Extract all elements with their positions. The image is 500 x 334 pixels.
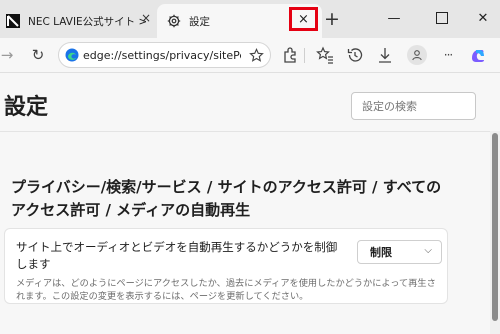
divider xyxy=(0,131,490,132)
edge-logo-icon xyxy=(65,48,79,62)
search-placeholder: 設定の検索 xyxy=(362,100,417,113)
scrollbar[interactable] xyxy=(490,131,500,334)
person-icon xyxy=(412,50,422,61)
back-button[interactable]: → xyxy=(0,44,18,66)
url-text: edge://settings/privacy/sitePermissions/… xyxy=(83,48,241,62)
maximize-button[interactable] xyxy=(427,6,457,30)
extensions-icon[interactable] xyxy=(279,44,301,66)
chevron-down-icon: ⌵ xyxy=(424,245,432,256)
maximize-icon xyxy=(436,12,448,24)
more-menu-icon[interactable]: ··· xyxy=(437,44,459,66)
close-tab-icon[interactable]: × xyxy=(141,11,151,25)
close-tab-button[interactable]: × xyxy=(289,7,318,31)
download-icon[interactable] xyxy=(374,44,396,66)
autoplay-setting-card: サイト上でオーディオとビデオを自動再生するかどうかを制御します 制限 ⌵ メディ… xyxy=(4,228,448,304)
scrollbar-thumb[interactable] xyxy=(492,133,498,321)
autoplay-description: メディアは、どのようにページにアクセスしたか、過去にメディアを使用したかどうかに… xyxy=(16,278,436,302)
tab-title: 設定 xyxy=(189,15,210,28)
window-close-button[interactable]: ✕ xyxy=(468,6,498,30)
settings-search-input[interactable]: 設定の検索 xyxy=(351,92,476,120)
autoplay-dropdown[interactable]: 制限 ⌵ xyxy=(357,240,442,264)
refresh-icon: ↻ xyxy=(31,46,45,64)
settings-page: 設定 設定の検索 プライバシー/検索/サービス / サイトのアクセス許可 / す… xyxy=(0,73,500,334)
favorite-star-icon[interactable] xyxy=(249,48,264,63)
browser-toolbar: → ↻ edge://settings/privacy/sitePermissi… xyxy=(0,38,500,73)
breadcrumb: プライバシー/検索/サービス / サイトのアクセス許可 / すべてのアクセス許可… xyxy=(11,178,442,219)
new-tab-button[interactable]: + xyxy=(324,8,340,30)
tab-title: NEC LAVIE公式サイト > サ xyxy=(28,15,146,28)
close-icon: ✕ xyxy=(477,10,489,26)
profile-avatar[interactable] xyxy=(407,45,427,65)
favorites-icon[interactable] xyxy=(314,44,336,66)
nec-favicon-icon xyxy=(6,14,20,28)
history-icon[interactable] xyxy=(344,44,366,66)
copilot-icon[interactable] xyxy=(467,44,489,66)
arrow-icon: → xyxy=(0,46,14,64)
dropdown-value: 制限 xyxy=(370,246,392,259)
tab-strip: NEC LAVIE公式サイト > サ × 設定 × + — ✕ xyxy=(0,0,500,38)
toolbar-divider xyxy=(304,48,305,63)
autoplay-label: サイト上でオーディオとビデオを自動再生するかどうかを制御します xyxy=(16,240,338,271)
address-bar[interactable]: edge://settings/privacy/sitePermissions/… xyxy=(58,42,271,68)
gear-icon xyxy=(167,14,181,28)
minimize-icon: — xyxy=(387,10,401,26)
tab-nec-lavie[interactable]: NEC LAVIE公式サイト > サ xyxy=(0,4,157,38)
minimize-button[interactable]: — xyxy=(379,6,409,30)
close-icon: × xyxy=(298,11,309,27)
refresh-button[interactable]: ↻ xyxy=(27,44,49,66)
page-title: 設定 xyxy=(4,95,49,120)
